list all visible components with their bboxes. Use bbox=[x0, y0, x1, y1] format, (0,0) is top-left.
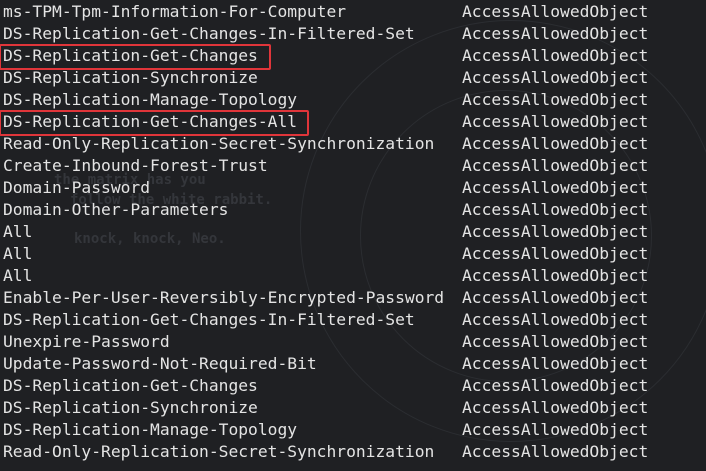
right-name: DS-Replication-Get-Changes-In-Filtered-S… bbox=[3, 310, 415, 329]
ace-type: AccessAllowedObject bbox=[462, 46, 649, 65]
output-row: Update-Password-Not-Required-Bit AccessAl… bbox=[0, 353, 706, 375]
output-row: DS-Replication-Get-Changes-In-Filtered-S… bbox=[0, 23, 706, 45]
ace-type: AccessAllowedObject bbox=[462, 2, 649, 21]
output-row: DS-Replication-Synchronize AccessAllowedO… bbox=[0, 67, 706, 89]
ace-type: AccessAllowedObject bbox=[462, 354, 649, 373]
output-row: Domain-Other-Parameters AccessAllowedObje… bbox=[0, 199, 706, 221]
output-row: DS-Replication-Get-Changes-In-Filtered-S… bbox=[0, 309, 706, 331]
ace-type: AccessAllowedObject bbox=[462, 266, 649, 285]
right-name: All bbox=[3, 266, 33, 285]
right-name: DS-Replication-Manage-Topology bbox=[3, 90, 298, 109]
right-name: Update-Password-Not-Required-Bit bbox=[3, 354, 317, 373]
ace-type: AccessAllowedObject bbox=[462, 310, 649, 329]
output-row: Domain-Password AccessAllowedObject bbox=[0, 177, 706, 199]
right-name: Domain-Password bbox=[3, 178, 151, 197]
ace-type: AccessAllowedObject bbox=[462, 332, 649, 351]
right-name: DS-Replication-Get-Changes bbox=[3, 376, 258, 395]
terminal-output: ms-TPM-Tpm-Information-For-Computer Acces… bbox=[0, 0, 706, 463]
ace-type: AccessAllowedObject bbox=[462, 156, 649, 175]
ace-type: AccessAllowedObject bbox=[462, 288, 649, 307]
right-name: DS-Replication-Get-Changes-In-Filtered-S… bbox=[3, 24, 415, 43]
ace-type: AccessAllowedObject bbox=[462, 222, 649, 241]
ace-type: AccessAllowedObject bbox=[462, 398, 649, 417]
right-name: DS-Replication-Synchronize bbox=[3, 68, 258, 87]
right-name: Create-Inbound-Forest-Trust bbox=[3, 156, 268, 175]
right-name: Read-Only-Replication-Secret-Synchroniza… bbox=[3, 442, 435, 461]
output-row: DS-Replication-Get-Changes AccessAllowedO… bbox=[0, 375, 706, 397]
ace-type: AccessAllowedObject bbox=[462, 244, 649, 263]
right-name: Domain-Other-Parameters bbox=[3, 200, 229, 219]
right-name: Read-Only-Replication-Secret-Synchroniza… bbox=[3, 134, 435, 153]
ace-type: AccessAllowedObject bbox=[462, 376, 649, 395]
ace-type: AccessAllowedObject bbox=[462, 178, 649, 197]
ace-type: AccessAllowedObject bbox=[462, 112, 649, 131]
output-row: DS-Replication-Get-Changes AccessAllowedO… bbox=[0, 45, 706, 67]
output-row: DS-Replication-Manage-Topology AccessAllo… bbox=[0, 89, 706, 111]
ace-type: AccessAllowedObject bbox=[462, 200, 649, 219]
ace-type: AccessAllowedObject bbox=[462, 442, 649, 461]
output-row: Enable-Per-User-Reversibly-Encrypted-Pas… bbox=[0, 287, 706, 309]
right-name: DS-Replication-Get-Changes bbox=[3, 46, 258, 65]
right-name: Enable-Per-User-Reversibly-Encrypted-Pas… bbox=[3, 288, 445, 307]
right-name: All bbox=[3, 244, 33, 263]
right-name: All bbox=[3, 222, 33, 241]
output-row: All AccessAllowedObject bbox=[0, 265, 706, 287]
output-row: ms-TPM-Tpm-Information-For-Computer Acces… bbox=[0, 1, 706, 23]
ace-type: AccessAllowedObject bbox=[462, 68, 649, 87]
output-row: DS-Replication-Get-Changes-All AccessAllo… bbox=[0, 111, 706, 133]
ace-type: AccessAllowedObject bbox=[462, 134, 649, 153]
right-name: DS-Replication-Get-Changes-All bbox=[3, 112, 298, 131]
right-name: DS-Replication-Manage-Topology bbox=[3, 420, 298, 439]
output-row: DS-Replication-Manage-Topology AccessAllo… bbox=[0, 419, 706, 441]
output-row: Unexpire-Password AccessAllowedObject bbox=[0, 331, 706, 353]
right-name: ms-TPM-Tpm-Information-For-Computer bbox=[3, 2, 347, 21]
output-row: Read-Only-Replication-Secret-Synchroniza… bbox=[0, 441, 706, 463]
ace-type: AccessAllowedObject bbox=[462, 90, 649, 109]
terminal-window[interactable]: the matrix has you follow the white rabb… bbox=[0, 0, 706, 471]
output-row: DS-Replication-Synchronize AccessAllowedO… bbox=[0, 397, 706, 419]
output-row: Read-Only-Replication-Secret-Synchroniza… bbox=[0, 133, 706, 155]
ace-type: AccessAllowedObject bbox=[462, 24, 649, 43]
right-name: Unexpire-Password bbox=[3, 332, 170, 351]
ace-type: AccessAllowedObject bbox=[462, 420, 649, 439]
output-row: All AccessAllowedObject bbox=[0, 243, 706, 265]
right-name: DS-Replication-Synchronize bbox=[3, 398, 258, 417]
output-row: Create-Inbound-Forest-Trust AccessAllowed… bbox=[0, 155, 706, 177]
output-row: All AccessAllowedObject bbox=[0, 221, 706, 243]
